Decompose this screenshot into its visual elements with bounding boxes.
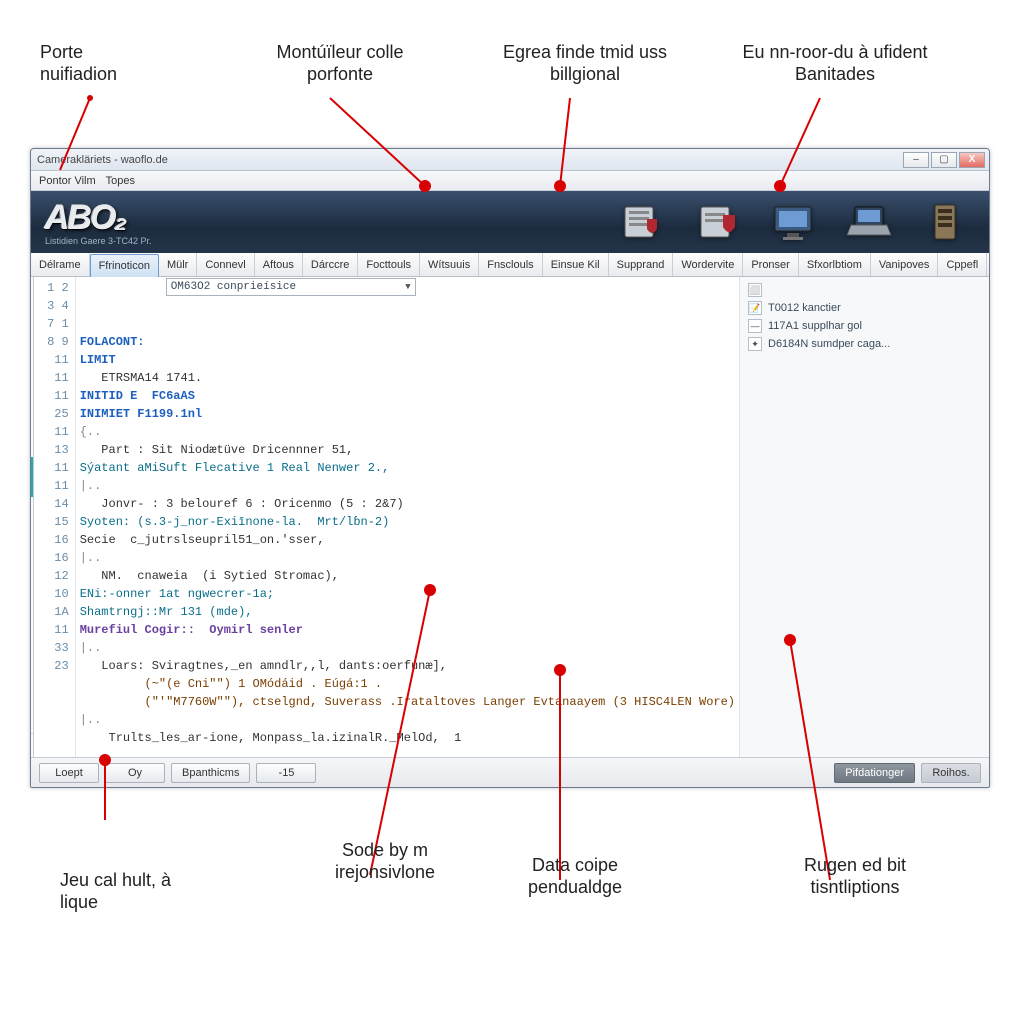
ann-top-0: Porte nuifiadion	[40, 42, 150, 85]
ann-bot-2: Data coipe pendualdge	[500, 855, 650, 898]
ann-top-1: Montúïleur colle porfonte	[260, 42, 420, 85]
main-tabs: DélrameFfrinoticonMülrConnevlAftousDárcc…	[31, 253, 989, 277]
status-left-btn-2[interactable]: Bpanthicms	[171, 763, 250, 783]
chevron-down-icon: ▼	[405, 278, 410, 296]
note-icon[interactable]: 📝	[748, 301, 762, 315]
code-editor[interactable]: OM63O2 conprieísice▼ FOLACONT:LIMIT ETRS…	[76, 277, 739, 757]
server-icon[interactable]	[921, 201, 969, 243]
tab-10[interactable]: Supprand	[609, 253, 674, 276]
statusbar: Loept Oy Bpanthicms -15 Pifdationger Roihos.	[31, 757, 989, 787]
monitor-icon[interactable]	[769, 201, 817, 243]
header-strip: ABO₂ Listidien Gaere 3-TC42 Pr.	[31, 191, 989, 253]
tab-8[interactable]: Fnsclouls	[479, 253, 542, 276]
clipboard-shield2-icon[interactable]	[693, 201, 741, 243]
panel-item-1[interactable]: 117A1 supplhar gol	[768, 320, 981, 332]
status-right-btn-0[interactable]: Pifdationger	[834, 763, 915, 783]
menu-item-0[interactable]: Pontor Vilm	[37, 175, 98, 187]
tab-0[interactable]: Délrame	[31, 253, 90, 276]
status-left-btn-3[interactable]: -15	[256, 763, 316, 783]
panel-item-0[interactable]: T0012 kanctier	[768, 302, 981, 314]
tab-11[interactable]: Wordervite	[673, 253, 743, 276]
ann-bot-0: Jeu cal hult, à lique	[60, 870, 200, 913]
ann-bot-3: Rugen ed bit tisntliptions	[770, 855, 940, 898]
laptop-icon[interactable]	[845, 201, 893, 243]
menubar: Pontor Vilm Topes	[31, 171, 989, 191]
tab-13[interactable]: Sfxorlbtiom	[799, 253, 871, 276]
content-area: 1 2 3 4 7 1 8 9 11 11 11 25 11 13 11 11 …	[34, 277, 989, 757]
titlebar: Camerakläriets - waoflo.de – ▢ X	[31, 149, 989, 171]
status-left-btn-0[interactable]: Loept	[39, 763, 99, 783]
tab-14[interactable]: Vanipoves	[871, 253, 939, 276]
app-window: Camerakläriets - waoflo.de – ▢ X Pontor …	[30, 148, 990, 788]
ann-bot-1: Sode by m irejonsivlone	[300, 840, 470, 883]
tab-4[interactable]: Aftous	[255, 253, 303, 276]
clipboard-shield-icon[interactable]	[617, 201, 665, 243]
right-panel: ⬜ 📝 T0012 kanctier — 117A1 supplhar gol …	[739, 277, 989, 757]
tab-6[interactable]: Focttouls	[358, 253, 420, 276]
ann-top-2: Egrea finde tmid uss billgional	[500, 42, 670, 85]
status-left-btn-1[interactable]: Oy	[105, 763, 165, 783]
tab-3[interactable]: Connevl	[197, 253, 254, 276]
window-title: Camerakläriets - waoflo.de	[37, 154, 168, 166]
tab-1[interactable]: Ffrinoticon	[90, 254, 159, 277]
tab-12[interactable]: Pronser	[743, 253, 799, 276]
tab-2[interactable]: Mülr	[159, 253, 197, 276]
panel-item-2[interactable]: D6184N sumdper caga...	[768, 338, 981, 350]
app-logo-sub: Listidien Gaere 3-TC42 Pr.	[45, 236, 152, 246]
minimize-button[interactable]: –	[903, 152, 929, 168]
tab-5[interactable]: Dárccre	[303, 253, 359, 276]
ann-top-3: Eu nn-roor-du à ufident Banitades	[730, 42, 940, 85]
code-gutter: 1 2 3 4 7 1 8 9 11 11 11 25 11 13 11 11 …	[34, 277, 76, 757]
plus-icon[interactable]: ✦	[748, 337, 762, 351]
tab-9[interactable]: Einsue Kil	[543, 253, 609, 276]
app-logo: ABO₂	[45, 199, 152, 238]
slider-icon[interactable]: —	[748, 319, 762, 333]
status-right-btn-1[interactable]: Roihos.	[921, 763, 981, 783]
maximize-button[interactable]: ▢	[931, 152, 957, 168]
tab-7[interactable]: Wítsuuis	[420, 253, 479, 276]
menu-item-1[interactable]: Topes	[104, 175, 137, 187]
close-button[interactable]: X	[959, 152, 985, 168]
tab-15[interactable]: Cppefl	[938, 253, 987, 276]
panel-toggle-icon[interactable]: ⬜	[748, 283, 762, 297]
symbol-dropdown[interactable]: OM63O2 conprieísice▼	[166, 278, 416, 296]
